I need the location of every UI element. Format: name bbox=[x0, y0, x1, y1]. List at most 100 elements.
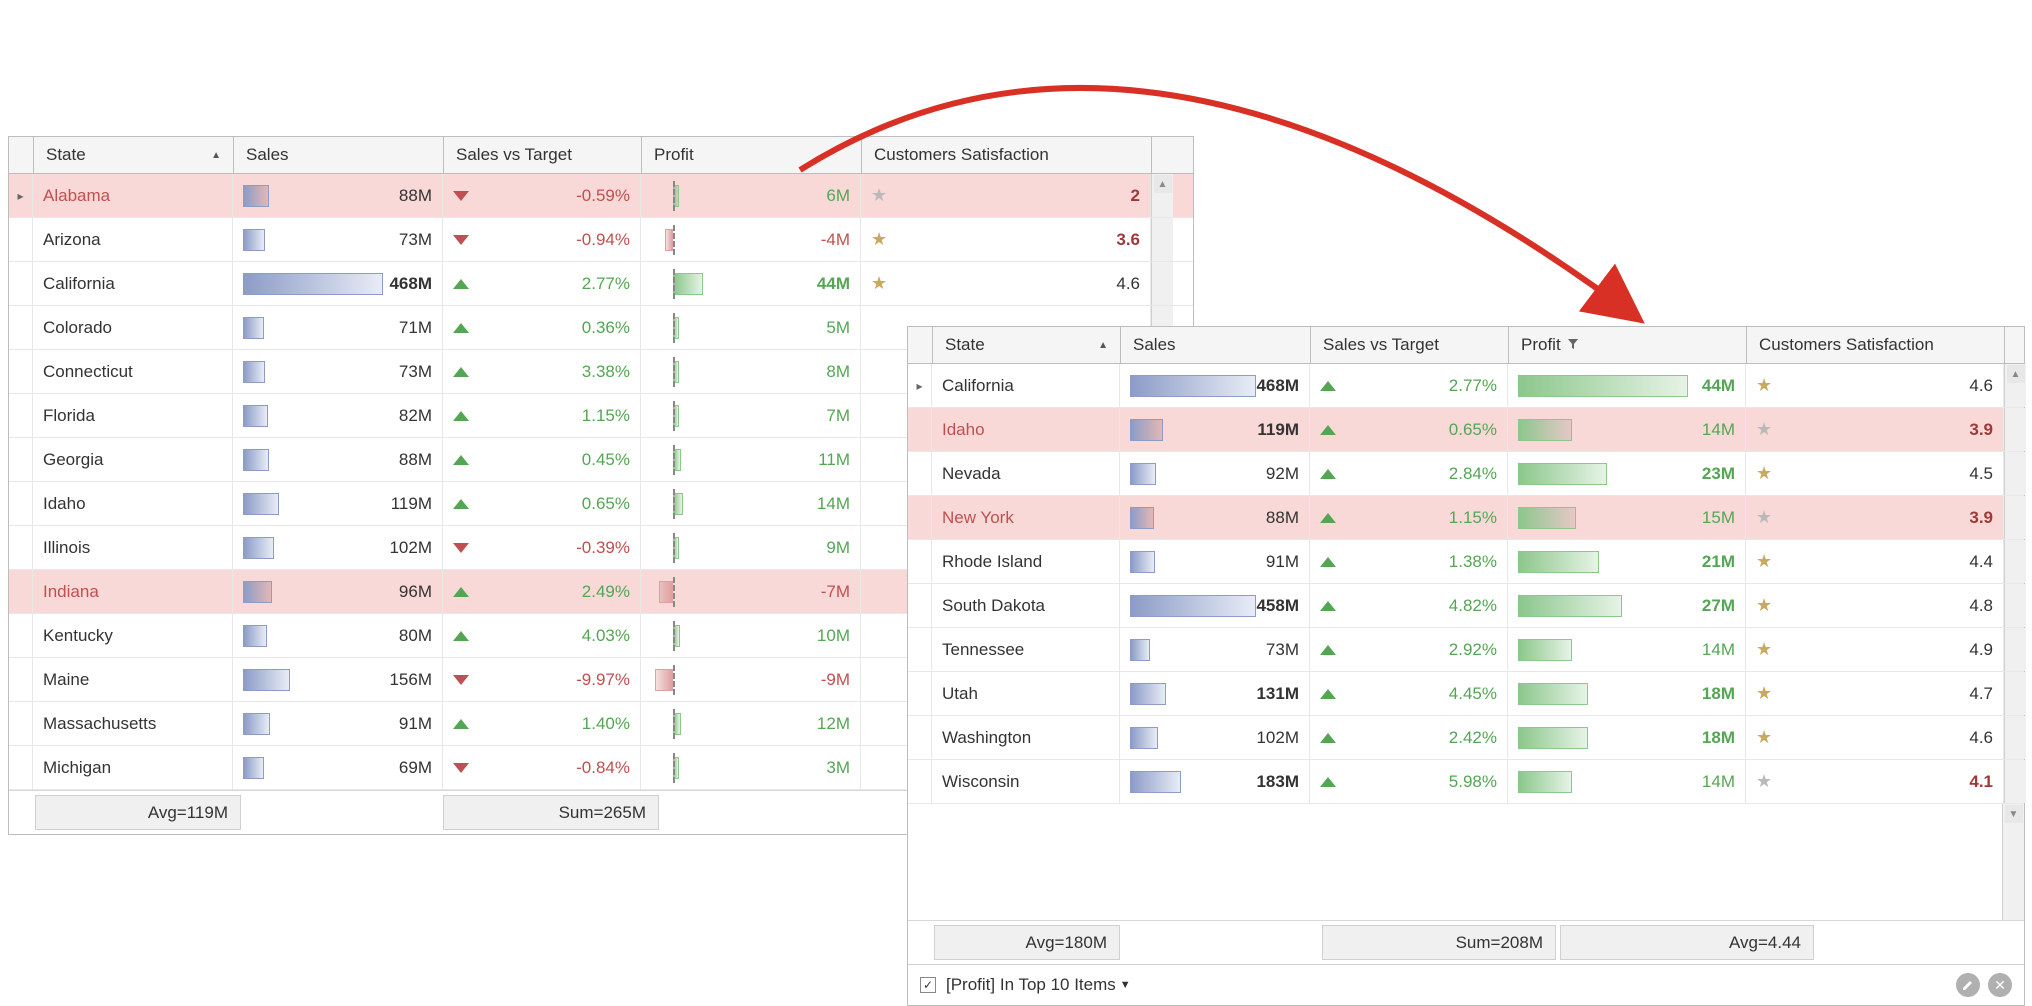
scrollbar[interactable] bbox=[2004, 716, 2026, 759]
table-row[interactable]: Washington102M2.42%18M★4.6 bbox=[908, 716, 2024, 760]
scroll-up-icon[interactable]: ▲ bbox=[2007, 365, 2025, 383]
sales-vs-target-cell: 2.92% bbox=[1310, 628, 1508, 671]
table-row[interactable]: Nevada92M2.84%23M★4.5 bbox=[908, 452, 2024, 496]
filter-bar: ✓ [Profit] In Top 10 Items ▼ ✕ bbox=[908, 964, 2024, 1005]
customers-satisfaction-cell: ★4.6 bbox=[861, 262, 1151, 305]
state-cell: California bbox=[33, 262, 233, 305]
state-cell: California bbox=[932, 364, 1120, 407]
scrollbar[interactable]: ▲ bbox=[1151, 174, 1173, 217]
triangle-up-icon bbox=[1320, 689, 1336, 699]
scrollbar[interactable] bbox=[2004, 672, 2026, 715]
profit-header[interactable]: Profit bbox=[1509, 327, 1747, 363]
triangle-up-icon bbox=[1320, 513, 1336, 523]
table-row[interactable]: ▸California468M2.77%44M★4.6▲ bbox=[908, 364, 2024, 408]
profit-axis bbox=[673, 577, 675, 607]
state-cell: Kentucky bbox=[33, 614, 233, 657]
row-indicator bbox=[9, 438, 33, 481]
filter-text[interactable]: [Profit] In Top 10 Items bbox=[946, 975, 1116, 995]
table-row[interactable]: New York88M1.15%15M★3.9 bbox=[908, 496, 2024, 540]
sales-vs-target-header[interactable]: Sales vs Target bbox=[444, 137, 642, 173]
sales-header[interactable]: Sales bbox=[1121, 327, 1311, 363]
state-cell: South Dakota bbox=[932, 584, 1120, 627]
scrollbar[interactable] bbox=[2004, 540, 2026, 583]
profit-cell: 11M bbox=[641, 438, 861, 481]
star-icon: ★ bbox=[1756, 683, 1772, 704]
star-icon: ★ bbox=[1756, 463, 1772, 484]
table-row[interactable]: Utah131M4.45%18M★4.7 bbox=[908, 672, 2024, 716]
row-indicator bbox=[9, 394, 33, 437]
sales-cell: 102M bbox=[233, 526, 443, 569]
state-cell: Michigan bbox=[33, 746, 233, 789]
sales-cell: 73M bbox=[1120, 628, 1310, 671]
customers-satisfaction-cell: ★4.6 bbox=[1746, 716, 2004, 759]
sales-vs-target-cell: 2.49% bbox=[443, 570, 641, 613]
sales-header[interactable]: Sales bbox=[234, 137, 444, 173]
table-row[interactable]: Wisconsin183M5.98%14M★4.1 bbox=[908, 760, 2024, 804]
scrollbar[interactable] bbox=[1151, 218, 1173, 261]
profit-bar bbox=[1518, 727, 1588, 749]
customers-satisfaction-cell: ★3.9 bbox=[1746, 408, 2004, 451]
sales-vs-target-cell: 4.82% bbox=[1310, 584, 1508, 627]
sales-cell: 88M bbox=[233, 438, 443, 481]
scroll-header bbox=[2005, 327, 2029, 363]
sales-vs-target-cell: -9.97% bbox=[443, 658, 641, 701]
sales-vs-target-cell: 0.45% bbox=[443, 438, 641, 481]
clear-filter-button[interactable]: ✕ bbox=[1988, 973, 2012, 997]
profit-cell: 12M bbox=[641, 702, 861, 745]
state-header[interactable]: State ▲ bbox=[34, 137, 234, 173]
header-row: State ▲ Sales Sales vs Target Profit Cus… bbox=[9, 137, 1193, 174]
triangle-up-icon bbox=[1320, 733, 1336, 743]
sales-vs-target-cell: -0.84% bbox=[443, 746, 641, 789]
table-row[interactable]: South Dakota458M4.82%27M★4.8 bbox=[908, 584, 2024, 628]
sales-vs-target-header[interactable]: Sales vs Target bbox=[1311, 327, 1509, 363]
table-row[interactable]: Tennessee73M2.92%14M★4.9 bbox=[908, 628, 2024, 672]
sales-vs-target-cell: 0.65% bbox=[1310, 408, 1508, 451]
profit-axis bbox=[673, 489, 675, 519]
profit-axis bbox=[673, 753, 675, 783]
table-row[interactable]: Idaho119M0.65%14M★3.9 bbox=[908, 408, 2024, 452]
customers-satisfaction-cell: ★2 bbox=[861, 174, 1151, 217]
profit-bar bbox=[659, 581, 673, 603]
scrollbar[interactable]: ▼ bbox=[2002, 804, 2024, 920]
table-row[interactable]: California468M2.77%44M★4.6 bbox=[9, 262, 1193, 306]
sales-bar bbox=[243, 493, 279, 515]
filter-checkbox[interactable]: ✓ bbox=[920, 977, 936, 993]
scrollbar[interactable]: ▲ bbox=[2004, 364, 2026, 407]
scrollbar[interactable] bbox=[2004, 628, 2026, 671]
sales-bar bbox=[1130, 507, 1154, 529]
filter-dropdown-icon[interactable]: ▼ bbox=[1120, 979, 1131, 991]
sales-vs-target-cell: 0.65% bbox=[443, 482, 641, 525]
edit-filter-button[interactable] bbox=[1956, 973, 1980, 997]
sales-cell: 88M bbox=[233, 174, 443, 217]
scrollbar[interactable] bbox=[2004, 496, 2026, 539]
footer-sales: Avg=119M bbox=[35, 795, 241, 830]
state-header[interactable]: State ▲ bbox=[933, 327, 1121, 363]
sales-cell: 468M bbox=[1120, 364, 1310, 407]
profit-bar bbox=[1518, 771, 1572, 793]
profit-cell: 5M bbox=[641, 306, 861, 349]
profit-cell: -7M bbox=[641, 570, 861, 613]
scrollbar[interactable] bbox=[2004, 408, 2026, 451]
triangle-up-icon bbox=[1320, 469, 1336, 479]
scrollbar[interactable] bbox=[2004, 584, 2026, 627]
scroll-down-icon[interactable]: ▼ bbox=[2005, 805, 2023, 823]
sales-bar bbox=[243, 581, 272, 603]
state-cell: Alabama bbox=[33, 174, 233, 217]
customers-satisfaction-header[interactable]: Customers Satisfaction bbox=[1747, 327, 2005, 363]
table-row[interactable]: Arizona73M-0.94%-4M★3.6 bbox=[9, 218, 1193, 262]
scroll-up-icon[interactable]: ▲ bbox=[1154, 175, 1172, 193]
star-icon: ★ bbox=[1756, 727, 1772, 748]
scrollbar[interactable] bbox=[2004, 760, 2026, 803]
footer-row: Avg=180M Sum=208M Avg=4.44 bbox=[908, 920, 2024, 964]
customers-satisfaction-header[interactable]: Customers Satisfaction bbox=[862, 137, 1152, 173]
profit-cell: 7M bbox=[641, 394, 861, 437]
scrollbar[interactable] bbox=[2004, 452, 2026, 495]
sales-vs-target-cell: -0.94% bbox=[443, 218, 641, 261]
profit-header[interactable]: Profit bbox=[642, 137, 862, 173]
table-row[interactable]: ▸Alabama88M-0.59%6M★2▲ bbox=[9, 174, 1193, 218]
table-row[interactable]: Rhode Island91M1.38%21M★4.4 bbox=[908, 540, 2024, 584]
row-indicator bbox=[908, 716, 932, 759]
triangle-up-icon bbox=[1320, 381, 1336, 391]
scrollbar[interactable] bbox=[1151, 262, 1173, 305]
profit-bar bbox=[1518, 375, 1688, 397]
